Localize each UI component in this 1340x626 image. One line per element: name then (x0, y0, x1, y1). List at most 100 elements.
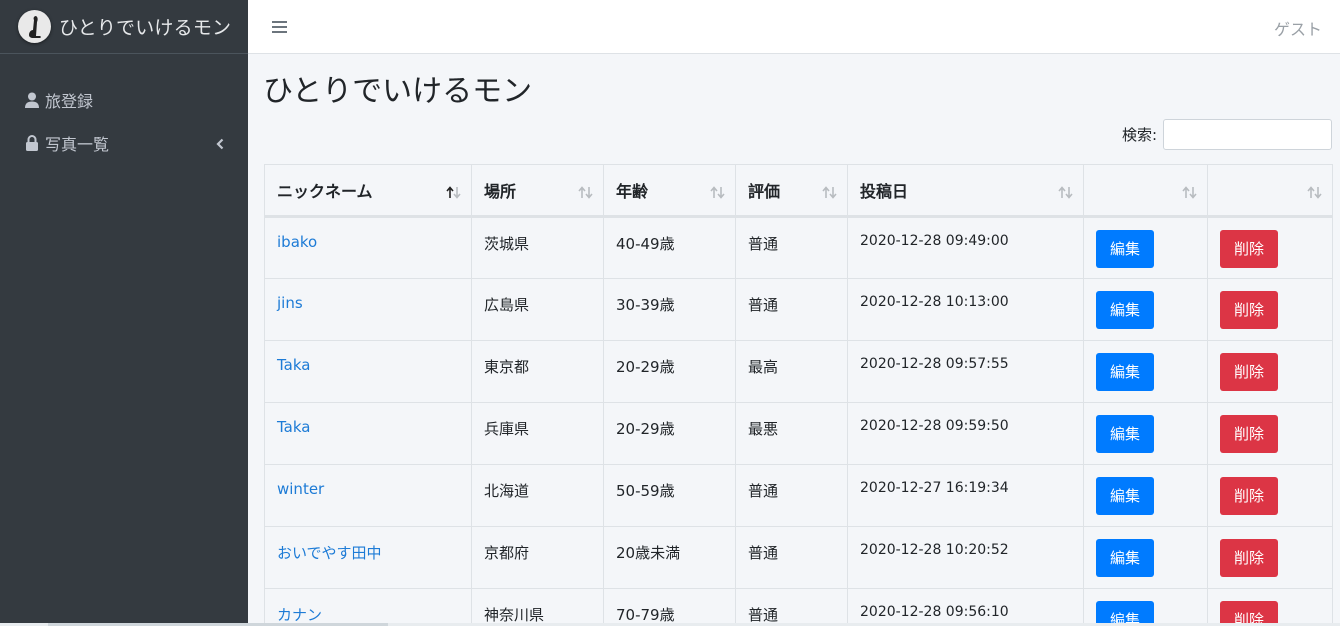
cell-delete: 削除 (1207, 402, 1333, 465)
column-header-label: 投稿日 (860, 182, 909, 201)
delete-button[interactable]: 削除 (1220, 477, 1278, 515)
sidebar-item-photo-list[interactable]: 写真一覧 (0, 121, 248, 164)
edit-button[interactable]: 編集 (1096, 353, 1154, 391)
search-input[interactable] (1163, 119, 1332, 150)
delete-button[interactable]: 削除 (1220, 353, 1278, 391)
sidebar-item-label: 写真一覧 (45, 134, 110, 154)
cell-age: 70-79歳 (603, 588, 736, 623)
brand-title: ひとりでいけるモン (59, 17, 232, 39)
cell-rating: 最高 (735, 340, 848, 403)
cell-place: 兵庫県 (471, 402, 604, 465)
nickname-link[interactable]: Taka (277, 418, 311, 436)
cell-rating: 普通 (735, 278, 848, 341)
travel-table: ニックネーム 場所 年齢 評価 投稿日 ibako 茨城県 40-49歳 普通 2020-12-… (264, 164, 1333, 623)
cell-date: 2020-12-28 10:13:00 (847, 278, 1084, 341)
edit-button[interactable]: 編集 (1096, 291, 1154, 329)
cell-delete: 削除 (1207, 526, 1333, 589)
cell-delete: 削除 (1207, 216, 1333, 279)
nickname-link[interactable]: jins (277, 294, 303, 312)
edit-button[interactable]: 編集 (1096, 601, 1154, 623)
cell-place: 茨城県 (471, 216, 604, 279)
cell-rating: 普通 (735, 216, 848, 279)
sort-ascending-icon (446, 184, 461, 199)
table-row: Taka 兵庫県 20-29歳 最悪 2020-12-28 09:59:50 編集 削除 (264, 402, 1333, 465)
sidebar-item-label: 旅登録 (45, 91, 94, 111)
table-row: Taka 東京都 20-29歳 最高 2020-12-28 09:57:55 編集 削除 (264, 340, 1333, 403)
table-search: 検索: (1122, 119, 1332, 150)
sort-icon (1182, 184, 1197, 199)
edit-button[interactable]: 編集 (1096, 415, 1154, 453)
nickname-link[interactable]: おいでやす田中 (277, 544, 382, 562)
table-row: winter 北海道 50-59歳 普通 2020-12-27 16:19:34 編集 削除 (264, 464, 1333, 527)
seated-figure-logo (18, 10, 51, 43)
table-row: ibako 茨城県 40-49歳 普通 2020-12-28 09:49:00 編集 削除 (264, 216, 1333, 279)
cell-age: 20歳未満 (603, 526, 736, 589)
main-content: ひとりでいけるモン 検索: ニックネーム 場所 年齢 評価 投稿日 ibako 茨城県 40… (248, 54, 1340, 623)
cell-date: 2020-12-28 09:49:00 (847, 216, 1084, 279)
nickname-link[interactable]: Taka (277, 356, 311, 374)
edit-button[interactable]: 編集 (1096, 230, 1154, 268)
delete-button[interactable]: 削除 (1220, 415, 1278, 453)
edit-button[interactable]: 編集 (1096, 539, 1154, 577)
user-menu[interactable]: ゲスト (1274, 16, 1322, 40)
column-header-label: ニックネーム (277, 182, 373, 201)
sort-icon (578, 184, 593, 199)
cell-nickname: カナン (264, 588, 472, 623)
nickname-link[interactable]: ibako (277, 233, 317, 251)
cell-place: 京都府 (471, 526, 604, 589)
page-title: ひとりでいけるモン (263, 74, 533, 109)
cell-place: 神奈川県 (471, 588, 604, 623)
cell-edit: 編集 (1083, 340, 1208, 403)
cell-date: 2020-12-28 09:56:10 (847, 588, 1084, 623)
nickname-link[interactable]: winter (277, 480, 324, 498)
delete-button[interactable]: 削除 (1220, 601, 1278, 623)
table-body: ibako 茨城県 40-49歳 普通 2020-12-28 09:49:00 編集 削除 j… (264, 216, 1333, 623)
edit-button[interactable]: 編集 (1096, 477, 1154, 515)
table-header-row: ニックネーム 場所 年齢 評価 投稿日 (264, 164, 1333, 218)
top-navbar: ゲスト (248, 0, 1340, 54)
cell-nickname: ibako (264, 216, 472, 279)
cell-date: 2020-12-27 16:19:34 (847, 464, 1084, 527)
delete-button[interactable]: 削除 (1220, 291, 1278, 329)
column-header[interactable]: 投稿日 (847, 164, 1084, 218)
column-header-label: 場所 (484, 182, 517, 201)
cell-edit: 編集 (1083, 464, 1208, 527)
hamburger-icon[interactable] (272, 19, 287, 33)
cell-age: 30-39歳 (603, 278, 736, 341)
column-header-label: 年齢 (616, 182, 649, 201)
table-row: おいでやす田中 京都府 20歳未満 普通 2020-12-28 10:20:52 編集 削除 (264, 526, 1333, 589)
column-header[interactable]: ニックネーム (264, 164, 472, 218)
nickname-link[interactable]: カナン (277, 606, 322, 623)
user-icon (25, 92, 39, 108)
chevron-left-icon (216, 135, 224, 150)
delete-button[interactable]: 削除 (1220, 230, 1278, 268)
sort-icon (1307, 184, 1322, 199)
cell-rating: 普通 (735, 526, 848, 589)
cell-rating: 普通 (735, 588, 848, 623)
lock-icon (25, 134, 39, 151)
column-header[interactable] (1083, 164, 1208, 218)
column-header[interactable]: 評価 (735, 164, 848, 218)
cell-date: 2020-12-28 10:20:52 (847, 526, 1084, 589)
sidebar-item-travel-register[interactable]: 旅登録 (0, 78, 248, 121)
brand-link[interactable]: ひとりでいけるモン (0, 0, 248, 54)
column-header[interactable] (1207, 164, 1333, 218)
column-header[interactable]: 場所 (471, 164, 604, 218)
delete-button[interactable]: 削除 (1220, 539, 1278, 577)
column-header[interactable]: 年齢 (603, 164, 736, 218)
cell-age: 50-59歳 (603, 464, 736, 527)
cell-age: 40-49歳 (603, 216, 736, 279)
sort-icon (822, 184, 837, 199)
cell-rating: 最悪 (735, 402, 848, 465)
cell-edit: 編集 (1083, 402, 1208, 465)
cell-place: 東京都 (471, 340, 604, 403)
sort-icon (710, 184, 725, 199)
cell-nickname: jins (264, 278, 472, 341)
cell-edit: 編集 (1083, 526, 1208, 589)
cell-nickname: Taka (264, 340, 472, 403)
cell-date: 2020-12-28 09:57:55 (847, 340, 1084, 403)
cell-delete: 削除 (1207, 278, 1333, 341)
cell-edit: 編集 (1083, 216, 1208, 279)
cell-delete: 削除 (1207, 340, 1333, 403)
table-row: カナン 神奈川県 70-79歳 普通 2020-12-28 09:56:10 編集 削除 (264, 588, 1333, 623)
